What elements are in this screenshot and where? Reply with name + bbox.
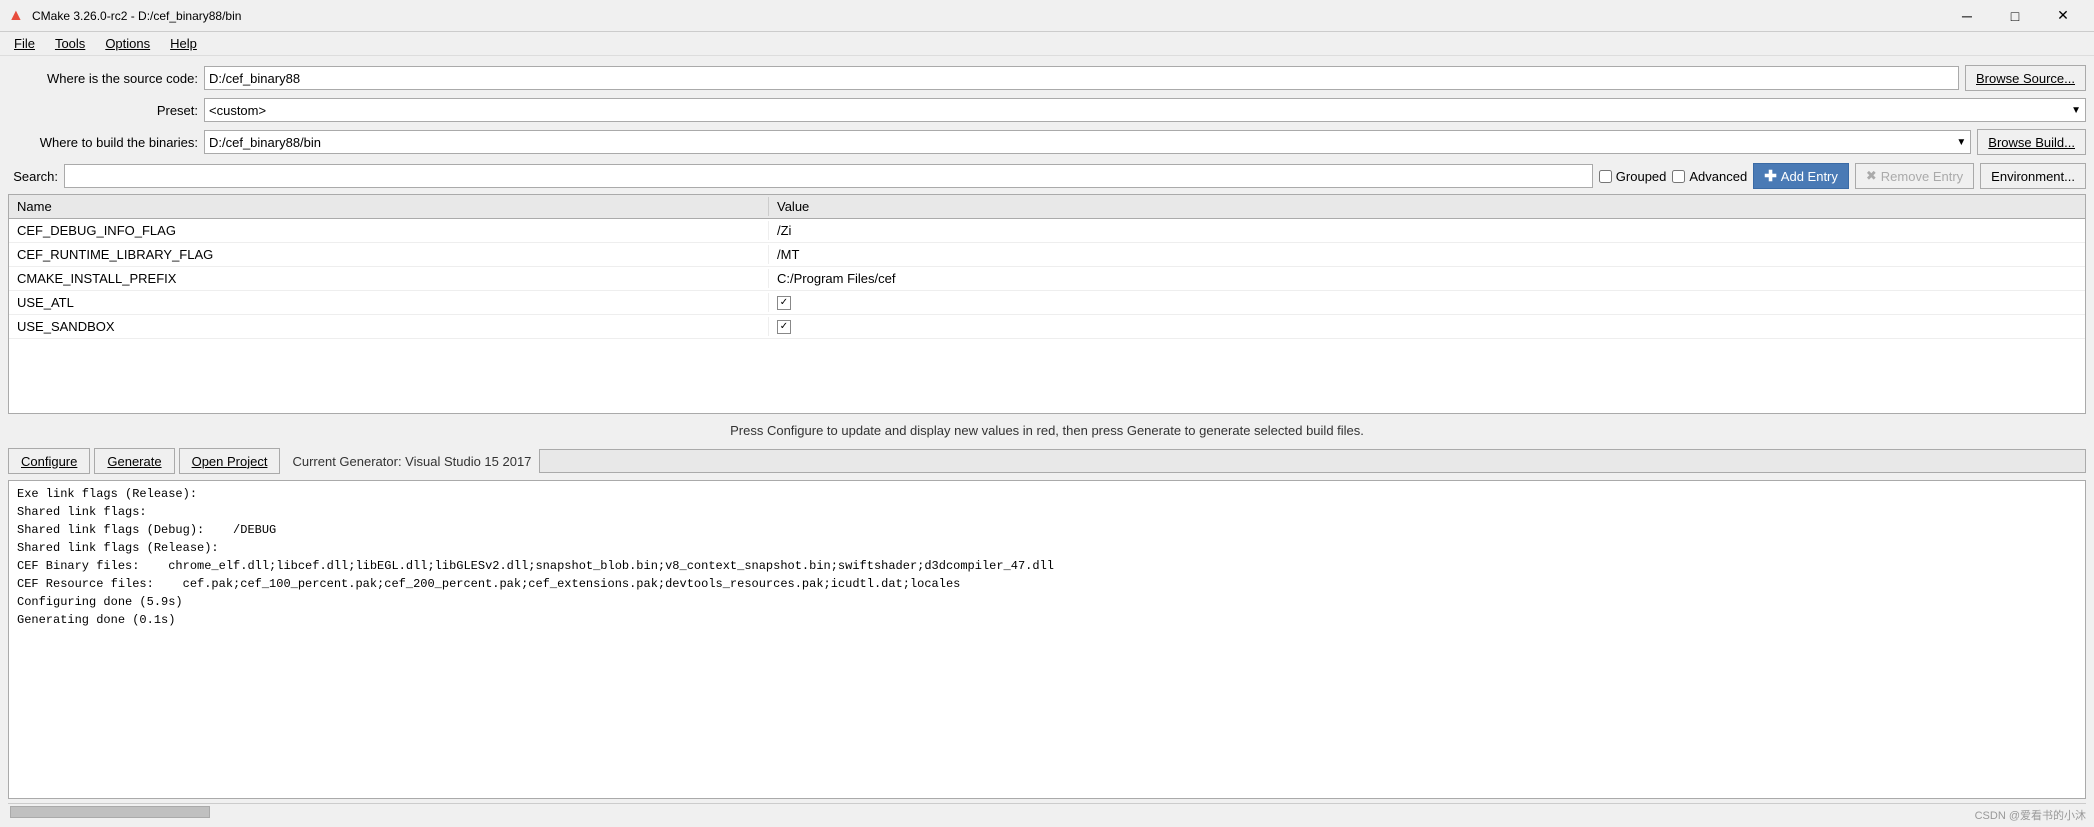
preset-label: Preset: xyxy=(8,103,198,118)
remove-entry-label: Remove Entry xyxy=(1881,169,1963,184)
build-row: Where to build the binaries: D:/cef_bina… xyxy=(8,128,2086,156)
generator-box xyxy=(539,449,2086,473)
grouped-checkbox[interactable] xyxy=(1599,170,1612,183)
menu-options[interactable]: Options xyxy=(95,34,160,53)
output-line-4: Shared link flags (Release): xyxy=(17,541,219,555)
output-line-3: Shared link flags (Debug): /DEBUG xyxy=(17,523,276,537)
output-line-8: Generating done (0.1s) xyxy=(17,613,175,627)
minimize-button[interactable]: ─ xyxy=(1944,0,1990,32)
use-atl-checkbox[interactable]: ✓ xyxy=(777,296,791,310)
variables-table: Name Value CEF_DEBUG_INFO_FLAG /Zi CEF_R… xyxy=(8,194,2086,414)
menu-help[interactable]: Help xyxy=(160,34,207,53)
environment-label: Environment... xyxy=(1991,169,2075,184)
output-line-7: Configuring done (5.9s) xyxy=(17,595,183,609)
browse-source-button[interactable]: Browse Source... xyxy=(1965,65,2086,91)
source-row: Where is the source code: Browse Source.… xyxy=(8,64,2086,92)
table-row[interactable]: CMAKE_INSTALL_PREFIX C:/Program Files/ce… xyxy=(9,267,2085,291)
table-row[interactable]: CEF_DEBUG_INFO_FLAG /Zi xyxy=(9,219,2085,243)
table-row[interactable]: CEF_RUNTIME_LIBRARY_FLAG /MT xyxy=(9,243,2085,267)
preset-value: <custom> xyxy=(209,103,266,118)
info-message: Press Configure to update and display ne… xyxy=(730,423,1364,438)
generate-button[interactable]: Generate xyxy=(94,448,174,474)
scrollbar-thumb[interactable] xyxy=(10,806,210,818)
row-name: CEF_DEBUG_INFO_FLAG xyxy=(9,221,769,240)
row-value: /Zi xyxy=(769,221,2085,240)
info-bar: Press Configure to update and display ne… xyxy=(8,418,2086,442)
row-value: /MT xyxy=(769,245,2085,264)
row-value: C:/Program Files/cef xyxy=(769,269,2085,288)
build-chevron-icon: ▼ xyxy=(1956,137,1966,148)
advanced-label: Advanced xyxy=(1689,169,1747,184)
title-bar-controls: ─ □ ✕ xyxy=(1944,0,2086,32)
output-log[interactable]: Exe link flags (Release): Shared link fl… xyxy=(8,480,2086,799)
row-value-checkbox: ✓ xyxy=(769,318,2085,336)
preset-dropdown[interactable]: <custom> ▼ xyxy=(204,98,2086,122)
col-value-header: Value xyxy=(769,197,2085,216)
col-name-header: Name xyxy=(9,197,769,216)
grouped-checkbox-group: Grouped xyxy=(1599,169,1667,184)
watermark: CSDN @爱看书的小沐 xyxy=(1975,807,2086,823)
preset-chevron-icon: ▼ xyxy=(2071,105,2081,116)
output-line-6: CEF Resource files: cef.pak;cef_100_perc… xyxy=(17,577,960,591)
table-row[interactable]: USE_ATL ✓ xyxy=(9,291,2085,315)
advanced-checkbox[interactable] xyxy=(1672,170,1685,183)
app-icon: ▲ xyxy=(8,7,26,25)
row-value-checkbox: ✓ xyxy=(769,294,2085,312)
build-value: D:/cef_binary88/bin xyxy=(209,135,321,150)
title-bar-text: CMake 3.26.0-rc2 - D:/cef_binary88/bin xyxy=(32,9,1944,23)
preset-row: Preset: <custom> ▼ xyxy=(8,96,2086,124)
horizontal-scrollbar[interactable] xyxy=(8,803,2086,819)
advanced-checkbox-group: Advanced xyxy=(1672,169,1747,184)
title-bar: ▲ CMake 3.26.0-rc2 - D:/cef_binary88/bin… xyxy=(0,0,2094,32)
output-line-1: Exe link flags (Release): xyxy=(17,487,197,501)
menu-file[interactable]: File xyxy=(4,34,45,53)
search-toolbar-row: Search: Grouped Advanced ✚ Add Entry ✖ R… xyxy=(8,162,2086,190)
row-name: CEF_RUNTIME_LIBRARY_FLAG xyxy=(9,245,769,264)
source-label: Where is the source code: xyxy=(8,71,198,86)
source-input[interactable] xyxy=(204,66,1959,90)
row-name: CMAKE_INSTALL_PREFIX xyxy=(9,269,769,288)
search-input[interactable] xyxy=(64,164,1593,188)
add-entry-label: Add Entry xyxy=(1781,169,1838,184)
output-line-2: Shared link flags: xyxy=(17,505,147,519)
row-name: USE_ATL xyxy=(9,293,769,312)
add-entry-button[interactable]: ✚ Add Entry xyxy=(1753,163,1849,189)
output-line-5: CEF Binary files: chrome_elf.dll;libcef.… xyxy=(17,559,1054,573)
row-name: USE_SANDBOX xyxy=(9,317,769,336)
main-container: Where is the source code: Browse Source.… xyxy=(0,56,2094,827)
generator-text: Current Generator: Visual Studio 15 2017 xyxy=(292,454,531,469)
close-button[interactable]: ✕ xyxy=(2040,0,2086,32)
use-sandbox-checkbox[interactable]: ✓ xyxy=(777,320,791,334)
plus-icon: ✚ xyxy=(1764,167,1777,185)
action-row: Configure Generate Open Project Current … xyxy=(8,446,2086,476)
environment-button[interactable]: Environment... xyxy=(1980,163,2086,189)
build-label: Where to build the binaries: xyxy=(8,135,198,150)
open-project-button[interactable]: Open Project xyxy=(179,448,281,474)
remove-entry-button[interactable]: ✖ Remove Entry xyxy=(1855,163,1974,189)
table-header: Name Value xyxy=(9,195,2085,219)
table-row[interactable]: USE_SANDBOX ✓ xyxy=(9,315,2085,339)
grouped-label: Grouped xyxy=(1616,169,1667,184)
build-dropdown[interactable]: D:/cef_binary88/bin ▼ xyxy=(204,130,1971,154)
search-label: Search: xyxy=(8,169,58,184)
remove-icon: ✖ xyxy=(1866,168,1877,184)
browse-build-button[interactable]: Browse Build... xyxy=(1977,129,2086,155)
menu-tools[interactable]: Tools xyxy=(45,34,95,53)
maximize-button[interactable]: □ xyxy=(1992,0,2038,32)
configure-button[interactable]: Configure xyxy=(8,448,90,474)
menu-bar: File Tools Options Help xyxy=(0,32,2094,56)
